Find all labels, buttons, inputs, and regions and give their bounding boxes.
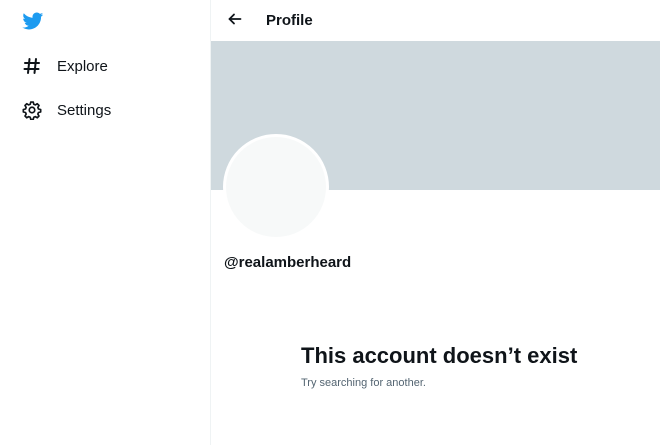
arrow-left-icon [228, 12, 242, 31]
sidebar-item-explore[interactable]: Explore [14, 48, 118, 84]
empty-state-title: This account doesn’t exist [301, 343, 578, 368]
profile-column: Profile @realamberheard This account doe… [210, 0, 660, 445]
gear-icon [22, 100, 42, 120]
sidebar-item-settings[interactable]: Settings [14, 92, 121, 128]
profile-handle: @realamberheard [224, 254, 352, 271]
hashtag-icon [22, 56, 42, 76]
sidebar-item-label: Explore [57, 57, 108, 75]
avatar[interactable] [223, 134, 329, 240]
app-window: Explore Settings Profile @realamberheard… [0, 0, 660, 445]
empty-state: This account doesn’t exist Try searching… [301, 342, 581, 389]
empty-state-subtitle: Try searching for another. [301, 377, 426, 389]
sidebar: Explore Settings [0, 0, 210, 445]
page-title: Profile [266, 12, 313, 29]
profile-header: Profile [211, 1, 660, 41]
sidebar-item-label: Settings [57, 101, 112, 119]
back-button[interactable] [221, 7, 249, 35]
twitter-bird-icon[interactable] [21, 10, 44, 32]
